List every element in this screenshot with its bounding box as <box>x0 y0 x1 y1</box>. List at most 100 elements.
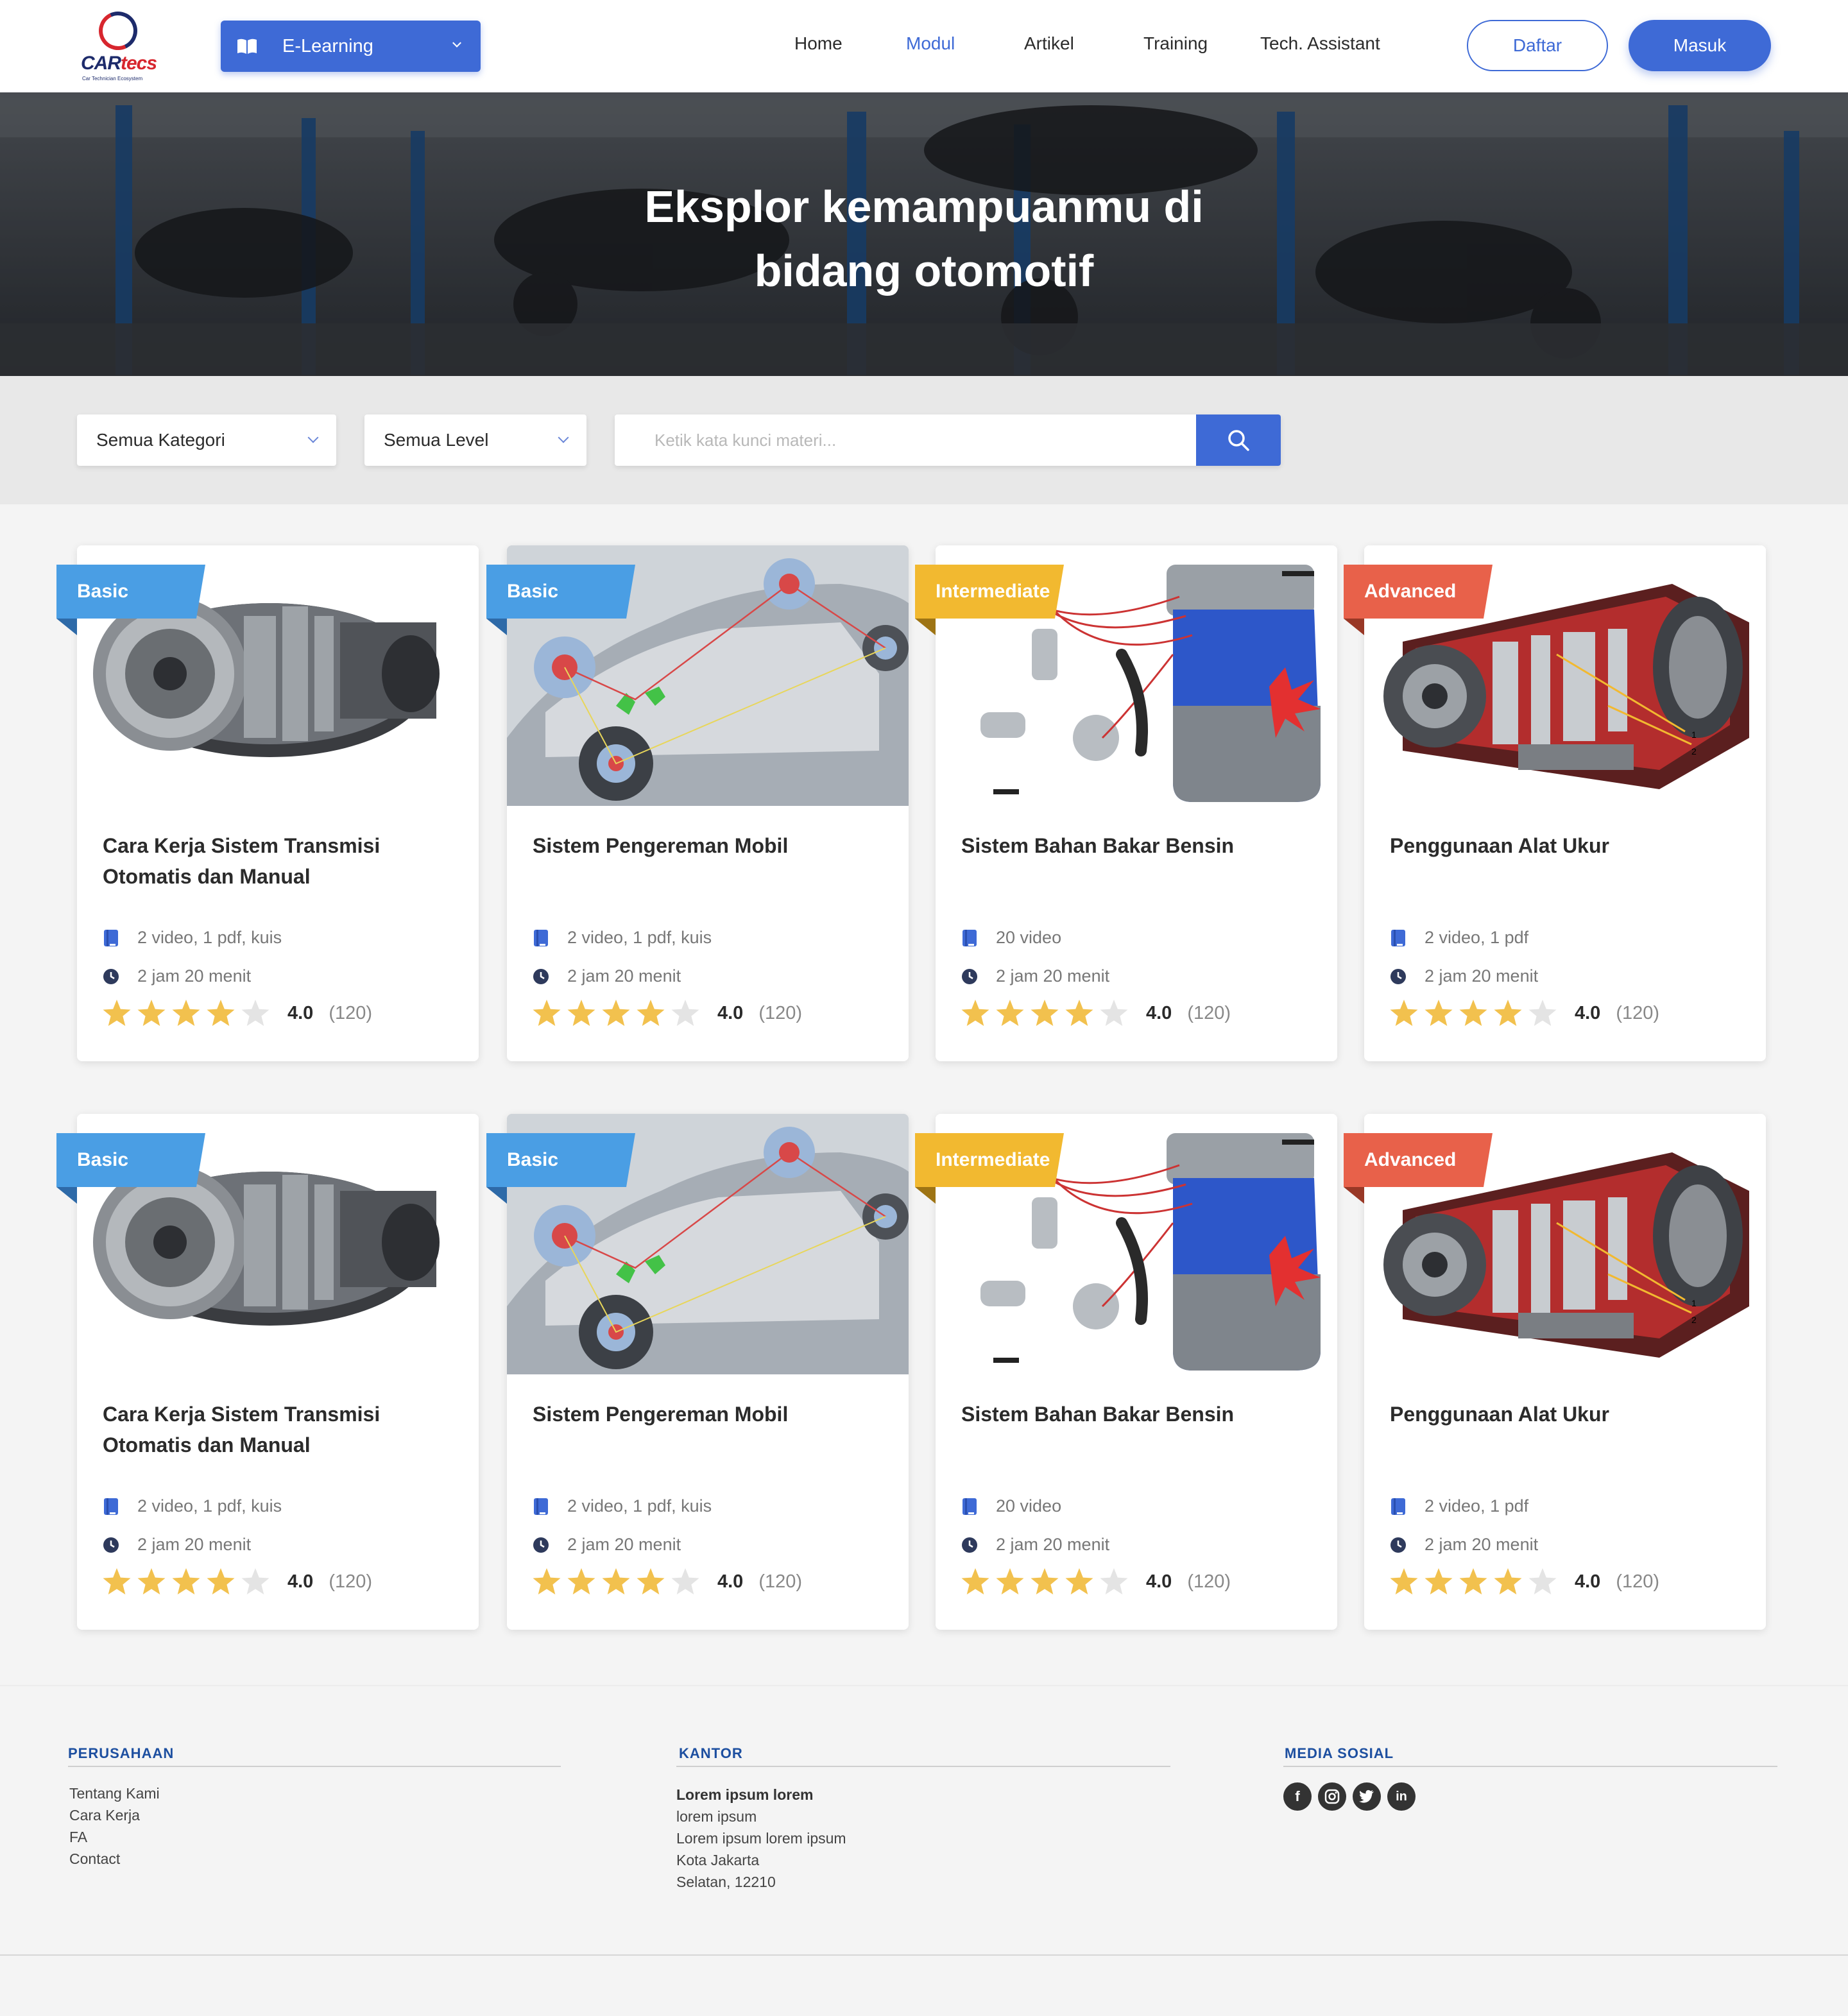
hero-title: Eksplor kemampuanmu di bidang otomotif <box>0 175 1848 303</box>
module-duration: 2 jam 20 menit <box>137 1535 252 1554</box>
star-icon <box>207 1568 235 1594</box>
module-card[interactable]: Basic Cara Kerja Sistem Transmisi Otomat… <box>56 545 479 1061</box>
instagram-icon[interactable] <box>1318 1782 1346 1811</box>
module-duration-info: 2 jam 20 menit <box>1390 1535 1538 1555</box>
module-title: Cara Kerja Sistem Transmisi Otomatis dan… <box>103 1403 381 1456</box>
module-content: 2 video, 1 pdf <box>1425 928 1529 947</box>
module-duration-info: 2 jam 20 menit <box>1390 966 1538 986</box>
module-card[interactable]: Basic Sistem Pengereman Mobil 2 video, 1… <box>486 545 909 1061</box>
logo-ring-icon <box>93 6 143 56</box>
footer-office-line: Selatan, 12210 <box>676 1874 776 1890</box>
chevron-down-icon <box>307 432 319 443</box>
rating-count: (120) <box>1616 1002 1660 1023</box>
star-rating <box>960 998 1133 1028</box>
nav-training[interactable]: Training <box>1143 33 1208 54</box>
module-content-info: 2 video, 1 pdf <box>1390 928 1528 948</box>
star-icon <box>602 1000 630 1026</box>
star-icon <box>567 1568 595 1594</box>
book-icon <box>534 929 548 946</box>
level-badge: Intermediate <box>915 565 1050 635</box>
module-card[interactable]: 1 2 Advanced Penggunaan Alat Ukur 2 vide… <box>1344 545 1766 1061</box>
footer: PERUSAHAAN Tentang Kami Cara Kerja FA Co… <box>0 1685 1848 2016</box>
module-duration-info: 2 jam 20 menit <box>103 966 251 986</box>
star-icon <box>1100 1568 1128 1594</box>
star-icon <box>1065 1000 1093 1026</box>
footer-link-about[interactable]: Tentang Kami <box>69 1782 160 1804</box>
footer-link-contact[interactable]: Contact <box>69 1848 120 1870</box>
star-icon <box>996 1000 1024 1026</box>
star-icon <box>637 1000 665 1026</box>
module-content: 2 video, 1 pdf, kuis <box>137 1496 282 1516</box>
level-select[interactable]: Semua Level <box>364 414 586 466</box>
search-button[interactable] <box>1196 414 1281 466</box>
clock-icon <box>533 968 549 984</box>
cartecs-logo[interactable]: CARtecs Car Technician Ecosystem <box>76 6 159 82</box>
clock-icon <box>962 1537 977 1553</box>
category-select[interactable]: Semua Kategori <box>77 414 336 466</box>
module-duration: 2 jam 20 menit <box>1425 1535 1539 1554</box>
level-badge-label: Advanced <box>1364 1149 1457 1170</box>
module-content: 20 video <box>996 928 1062 947</box>
module-card[interactable]: Basic Sistem Pengereman Mobil 2 video, 1… <box>486 1114 909 1630</box>
star-icon <box>1031 1000 1059 1026</box>
module-duration: 2 jam 20 menit <box>1425 966 1539 986</box>
footer-bottom-divider <box>0 1954 1848 1956</box>
chevron-down-icon <box>452 38 461 47</box>
module-content-info: 20 video <box>961 928 1061 948</box>
footer-link-how-it-works[interactable]: Cara Kerja <box>69 1804 140 1826</box>
book-icon <box>534 1498 548 1515</box>
star-rating <box>101 998 275 1028</box>
rating-score: 4.0 <box>1146 1571 1172 1592</box>
module-title: Sistem Pengereman Mobil <box>533 1403 789 1426</box>
star-icon <box>1494 1000 1522 1026</box>
module-rating: 4.0 (120) <box>531 1567 802 1596</box>
rating-count: (120) <box>329 1002 373 1023</box>
star-icon <box>137 1000 166 1026</box>
module-content: 2 video, 1 pdf, kuis <box>567 1496 712 1516</box>
module-content-info: 2 video, 1 pdf, kuis <box>533 928 712 948</box>
star-icon <box>1459 1000 1487 1026</box>
rating-count: (120) <box>1187 1002 1231 1023</box>
module-content: 2 video, 1 pdf <box>1425 1496 1529 1516</box>
star-icon <box>103 1000 131 1026</box>
module-card[interactable]: Intermediate Sistem Bahan Bakar Bensin 2… <box>915 545 1337 1061</box>
filter-bar: Semua Kategori Semua Level <box>0 376 1848 504</box>
rating-count: (120) <box>329 1571 373 1592</box>
twitter-icon[interactable] <box>1353 1782 1381 1811</box>
facebook-icon[interactable]: f <box>1283 1782 1312 1811</box>
level-badge: Advanced <box>1344 1133 1457 1204</box>
level-badge-label: Basic <box>77 581 129 602</box>
nav-artikel[interactable]: Artikel <box>1024 33 1074 54</box>
clock-icon <box>533 1537 549 1553</box>
star-icon <box>137 1568 166 1594</box>
module-rating: 4.0 (120) <box>101 998 372 1028</box>
elearning-dropdown[interactable]: E-Learning <box>221 21 481 72</box>
module-card[interactable]: Intermediate Sistem Bahan Bakar Bensin 2… <box>915 1114 1337 1630</box>
module-card[interactable]: 1 2 Advanced Penggunaan Alat Ukur 2 vide… <box>1344 1114 1766 1630</box>
linkedin-icon[interactable]: in <box>1387 1782 1416 1811</box>
svg-text:1: 1 <box>1691 1298 1697 1308</box>
rating-count: (120) <box>1616 1571 1660 1592</box>
register-button[interactable]: Daftar <box>1467 20 1608 71</box>
rating-count: (120) <box>758 1002 803 1023</box>
module-card[interactable]: Basic Cara Kerja Sistem Transmisi Otomat… <box>56 1114 479 1630</box>
module-duration-info: 2 jam 20 menit <box>103 1535 251 1555</box>
module-duration-info: 2 jam 20 menit <box>533 966 681 986</box>
module-content-info: 2 video, 1 pdf, kuis <box>103 928 282 948</box>
nav-modul[interactable]: Modul <box>906 33 955 54</box>
nav-home[interactable]: Home <box>794 33 843 54</box>
level-badge: Advanced <box>1344 565 1456 635</box>
search-input[interactable] <box>615 414 1196 466</box>
rating-score: 4.0 <box>717 1002 744 1023</box>
rating-score: 4.0 <box>287 1002 314 1023</box>
module-content: 20 video <box>996 1496 1062 1516</box>
clock-icon <box>1390 968 1406 984</box>
module-rating: 4.0 (120) <box>960 1567 1231 1596</box>
level-select-value: Semua Level <box>384 430 489 450</box>
rating-score: 4.0 <box>1575 1002 1601 1023</box>
nav-tech-assistant[interactable]: Tech. Assistant <box>1260 33 1380 54</box>
footer-social-heading: MEDIA SOSIAL <box>1285 1745 1394 1761</box>
login-button[interactable]: Masuk <box>1629 20 1771 71</box>
footer-link-faq[interactable]: FA <box>69 1826 87 1848</box>
star-icon <box>671 1000 699 1026</box>
